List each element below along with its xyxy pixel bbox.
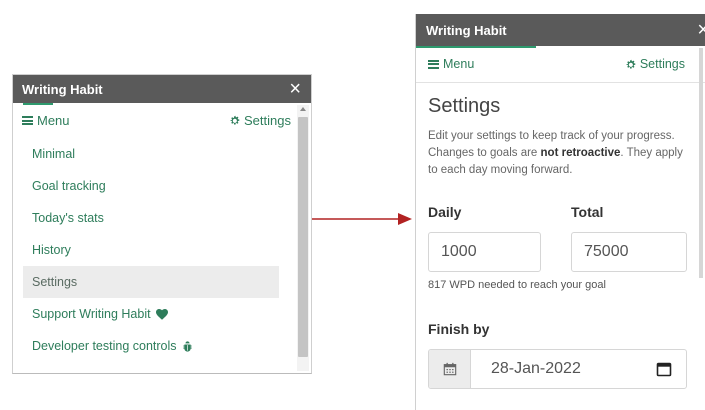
menu-button[interactable]: Menu <box>428 57 474 71</box>
menu-item-minimal[interactable]: Minimal <box>23 138 279 170</box>
settings-label: Settings <box>244 113 291 128</box>
wpd-hint: 817 WPD needed to reach your goal <box>428 279 606 291</box>
menu-item-label: Support Writing Habit <box>32 307 151 321</box>
goal-fields: Daily Total <box>428 204 687 272</box>
menu-item-label: Developer testing controls <box>32 339 177 353</box>
menu-label: Menu <box>443 57 475 71</box>
panel-nav: Menu Settings <box>22 113 291 128</box>
finish-by-label: Finish by <box>428 321 490 337</box>
finish-date-value: 28-Jan-2022 <box>491 360 581 377</box>
scrollbar[interactable] <box>699 48 703 278</box>
close-icon[interactable]: × <box>697 20 705 40</box>
daily-goal-group: Daily <box>428 204 541 272</box>
heart-icon <box>155 308 168 320</box>
finish-date-input[interactable]: 28-Jan-2022 <box>471 350 686 388</box>
menu-list: Minimal Goal tracking Today's stats Hist… <box>23 138 279 362</box>
menu-label: Menu <box>37 113 70 128</box>
menu-item-label: Minimal <box>32 147 76 161</box>
title-accent-line <box>23 103 53 105</box>
arrow-connector <box>312 213 412 225</box>
menu-item-goal-tracking[interactable]: Goal tracking <box>23 170 279 202</box>
title-bar: Writing Habit × <box>13 75 311 103</box>
settings-content: Settings Edit your settings to keep trac… <box>416 83 705 389</box>
menu-item-label: Goal tracking <box>32 179 106 193</box>
total-label: Total <box>571 204 604 220</box>
hamburger-icon <box>428 59 439 69</box>
date-addon <box>429 350 471 388</box>
menu-item-history[interactable]: History <box>23 234 279 266</box>
daily-label: Daily <box>428 204 462 220</box>
settings-button[interactable]: Settings <box>229 113 291 128</box>
panel-title: Writing Habit <box>426 22 507 38</box>
scrollbar[interactable] <box>297 105 309 371</box>
scroll-up-icon[interactable] <box>300 107 306 111</box>
menu-item-todays-stats[interactable]: Today's stats <box>23 202 279 234</box>
menu-item-settings[interactable]: Settings <box>23 266 279 298</box>
menu-item-label: Today's stats <box>32 211 104 225</box>
menu-button[interactable]: Menu <box>22 113 70 128</box>
bug-icon <box>182 340 192 352</box>
menu-item-developer-controls[interactable]: Developer testing controls <box>23 330 279 362</box>
settings-label: Settings <box>639 57 685 71</box>
hamburger-icon <box>22 116 33 125</box>
settings-panel: Writing Habit × Menu Settings Settings E… <box>415 14 705 410</box>
total-goal-input[interactable] <box>571 232 687 272</box>
finish-date-field[interactable]: 28-Jan-2022 <box>428 349 687 389</box>
panel-nav: Menu Settings <box>428 57 685 71</box>
calendar-icon <box>443 362 456 376</box>
menu-panel: Writing Habit × Menu Settings Minimal Go… <box>12 74 312 374</box>
menu-item-support[interactable]: Support Writing Habit <box>23 298 279 330</box>
title-accent-line <box>416 46 536 48</box>
settings-button[interactable]: Settings <box>625 57 685 71</box>
gear-icon <box>230 115 240 125</box>
menu-item-label: Settings <box>32 275 78 289</box>
page-title: Settings <box>428 95 501 117</box>
description-emphasis: not retroactive <box>540 147 621 159</box>
menu-item-label: History <box>32 243 71 257</box>
date-picker-icon[interactable] <box>656 361 672 377</box>
daily-goal-input[interactable] <box>428 232 541 272</box>
panel-title: Writing Habit <box>22 81 103 97</box>
close-icon[interactable]: × <box>289 79 301 99</box>
gear-icon <box>626 59 636 69</box>
scrollbar-thumb[interactable] <box>298 117 308 357</box>
settings-description: Edit your settings to keep track of your… <box>428 128 690 179</box>
total-goal-group: Total <box>571 204 687 272</box>
title-bar: Writing Habit × <box>416 14 705 46</box>
